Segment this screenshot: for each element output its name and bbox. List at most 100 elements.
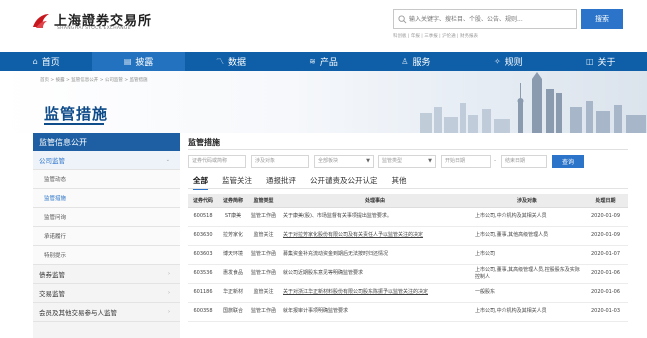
cell-name: 拉芳家化 xyxy=(218,226,248,246)
cell-type: 监管关注 xyxy=(248,283,279,303)
column-header[interactable]: 处理事由 xyxy=(279,194,471,208)
table-row[interactable]: 601186 华正新材 监管关注 关于对浙江华正新材料股份有限公司股东陈振予以监管关注… xyxy=(188,283,628,303)
sidebar-item-member-supervision[interactable]: 会员及其他交易参与人监管 › xyxy=(33,303,180,322)
logo-name-en: SHANGHAI STOCK EXCHANGE xyxy=(57,26,131,31)
date-separator: - xyxy=(494,157,497,164)
sse-logo-icon[interactable] xyxy=(31,11,51,31)
nav-label: 披露 xyxy=(135,58,154,68)
data-icon: 〽 xyxy=(216,57,225,66)
title-underline xyxy=(44,123,104,125)
cell-type: 监管工作函 xyxy=(248,245,279,265)
cell-code[interactable]: 603630 xyxy=(188,226,218,246)
column-header[interactable]: 证券简称 xyxy=(218,194,248,208)
table-row[interactable]: 603536 惠发食品 监管工作函 就公司近期股东意见等明确监管要求 上市公司,董事,其… xyxy=(188,264,628,284)
sidebar-item-bond-supervision[interactable]: 债券监管 › xyxy=(33,265,180,284)
sidebar-item-label: 会员及其他交易参与人监管 xyxy=(39,309,117,317)
cell-code[interactable]: 601186 xyxy=(188,283,218,303)
start-date-input[interactable]: 开始日期 xyxy=(441,155,491,168)
cell-reason[interactable]: 关于对拉芳家化股份有限公司及有关责任人予以监管关注的决定 xyxy=(279,226,471,246)
sidebar-item-supervision-news[interactable]: 监管动态 xyxy=(33,170,180,189)
column-header[interactable]: 处理日期 xyxy=(583,194,628,208)
cell-code[interactable]: 603536 xyxy=(188,264,218,284)
cell-name: 惠发食品 xyxy=(218,264,248,284)
cell-code[interactable]: 603603 xyxy=(188,245,218,265)
search-input[interactable] xyxy=(409,10,574,28)
filter-bar: 证券代码或简称 涉及对象 全部板块 ▼ 监管类型 ▼ 开始日期 - 结束日期 查… xyxy=(188,155,628,169)
end-date-input[interactable]: 结束日期 xyxy=(501,155,547,168)
dropdown-arrow-icon: ▼ xyxy=(428,158,432,164)
section-title: 监管措施 xyxy=(188,138,220,147)
sidebar: 监管信息公开 公司监管 ⌄ 监管动态 监管措施 监管问询 承诺履行 特别提示 债… xyxy=(33,133,180,338)
sidebar-item-commitments[interactable]: 承诺履行 xyxy=(33,227,180,246)
page-title: 监管措施 xyxy=(44,105,109,123)
type-select-value: 监管类型 xyxy=(382,158,403,164)
nav-item-services[interactable]: ♙ 服务 xyxy=(370,52,462,71)
table-row[interactable]: 603630 拉芳家化 监管关注 关于对拉芳家化股份有限公司及有关责任人予以监管关注的… xyxy=(188,226,628,246)
chevron-right-icon: › xyxy=(168,271,170,277)
cell-object: 上市公司,董事,其他高级管理人员 xyxy=(471,226,583,246)
cell-code[interactable]: 600358 xyxy=(188,302,218,322)
table-header-row: 证券代码 证券简称 监管类型 处理事由 涉及对象 处理日期 xyxy=(188,194,628,208)
nav-item-products[interactable]: ≋ 产品 xyxy=(277,52,369,71)
sidebar-item-label: 债券监管 xyxy=(39,271,65,279)
column-header[interactable]: 监管类型 xyxy=(248,194,279,208)
cell-reason: 就公司近期股东意见等明确监管要求 xyxy=(279,264,471,284)
sidebar-item-supervision-inquiry[interactable]: 监管问询 xyxy=(33,208,180,227)
nav-label: 规则 xyxy=(504,58,523,68)
cell-object: 上市公司,董事,其高级管理人员,控股股东及实际控制人 xyxy=(471,264,583,284)
cell-object: 一般股东 xyxy=(471,283,583,303)
cell-reason: 关于康美(股)、市场监督有关事项提出监管要求。 xyxy=(279,207,471,227)
nav-label: 关于 xyxy=(597,58,616,68)
nav-item-about[interactable]: ◫ 关于 xyxy=(555,52,647,71)
sidebar-item-supervision-measures[interactable]: 监管措施 xyxy=(33,189,180,208)
city-skyline-image xyxy=(420,72,646,133)
sidebar-item-trading-supervision[interactable]: 交易监管 › xyxy=(33,284,180,303)
main-nav: ⌂ 首页 ▤ 披露 〽数据 ≋ 产品 ♙ 服务 ✧ 规则 ◫ 关于 xyxy=(0,52,647,71)
object-input[interactable]: 涉及对象 xyxy=(251,155,309,168)
cell-type: 监管工作函 xyxy=(248,207,279,227)
sidebar-header[interactable]: 监管信息公开 xyxy=(33,133,180,151)
search-button[interactable]: 搜索 xyxy=(581,9,623,29)
main-content: 监管措施 证券代码或简称 涉及对象 全部板块 ▼ 监管类型 ▼ 开始日期 - 结… xyxy=(188,133,628,338)
cell-code[interactable]: 600518 xyxy=(188,207,218,227)
cell-date: 2020-01-07 xyxy=(583,245,628,265)
column-header[interactable]: 涉及对象 xyxy=(471,194,583,208)
search-icon xyxy=(398,15,407,24)
home-icon: ⌂ xyxy=(32,57,38,66)
divider xyxy=(188,149,628,150)
nav-item-disclosure[interactable]: ▤ 披露 xyxy=(92,52,185,71)
table-row[interactable]: 603603 博天环境 监管工作函 募集资金补充流动资金到期后无法按时归还情况 上市公司… xyxy=(188,245,628,265)
dropdown-arrow-icon: ▼ xyxy=(366,158,370,164)
table-row[interactable]: 600518 ST康美 监管工作函 关于康美(股)、市场监督有关事项提出监管要求。 上市… xyxy=(188,207,628,227)
breadcrumb[interactable]: 首页 > 披露 > 监管信息公开 > 公司监管 > 监管措施 xyxy=(40,77,148,83)
column-header[interactable]: 证券代码 xyxy=(188,194,218,208)
divider xyxy=(188,188,628,189)
measures-table: 证券代码 证券简称 监管类型 处理事由 涉及对象 处理日期 600518 ST康美… xyxy=(188,194,628,322)
table-row[interactable]: 600358 国旅联合 监管工作函 就年报审计事项明确监管要求 上市公司,中介机构及其相… xyxy=(188,302,628,322)
sidebar-item-company-supervision[interactable]: 公司监管 ⌄ xyxy=(33,151,180,170)
site-header: 上海證券交易所 SHANGHAI STOCK EXCHANGE 搜索 科创板 |… xyxy=(0,0,647,52)
query-button[interactable]: 查询 xyxy=(552,155,584,168)
sidebar-item-label: 监管措施 xyxy=(44,196,67,202)
chevron-right-icon: › xyxy=(168,290,170,296)
rules-icon: ✧ xyxy=(493,57,501,66)
sector-select[interactable]: 全部板块 ▼ xyxy=(314,155,374,168)
cell-reason[interactable]: 关于对浙江华正新材料股份有限公司股东陈振予以监管关注的决定 xyxy=(279,283,471,303)
cell-date: 2020-01-06 xyxy=(583,283,628,303)
sidebar-item-special-notice[interactable]: 特别提示 xyxy=(33,246,180,265)
code-input[interactable]: 证券代码或简称 xyxy=(188,155,246,168)
about-icon: ◫ xyxy=(585,57,594,66)
nav-item-home[interactable]: ⌂ 首页 xyxy=(0,52,92,71)
sidebar-item-label: 监管动态 xyxy=(44,177,67,183)
sidebar-item-label: 承诺履行 xyxy=(44,234,67,240)
hot-search-links[interactable]: 科创板 | 年报 | 三季报 | 沪伦通 | 财务报表 xyxy=(393,33,478,39)
cell-name: 华正新材 xyxy=(218,283,248,303)
supervision-type-select[interactable]: 监管类型 ▼ xyxy=(378,155,436,168)
nav-item-data[interactable]: 〽数据 xyxy=(185,52,277,71)
nav-label: 首页 xyxy=(41,58,60,68)
search-box[interactable] xyxy=(393,9,577,29)
cell-type: 监管工作函 xyxy=(248,302,279,322)
nav-item-rules[interactable]: ✧ 规则 xyxy=(462,52,554,71)
cell-date: 2020-01-03 xyxy=(583,302,628,322)
cell-date: 2020-01-06 xyxy=(583,264,628,284)
